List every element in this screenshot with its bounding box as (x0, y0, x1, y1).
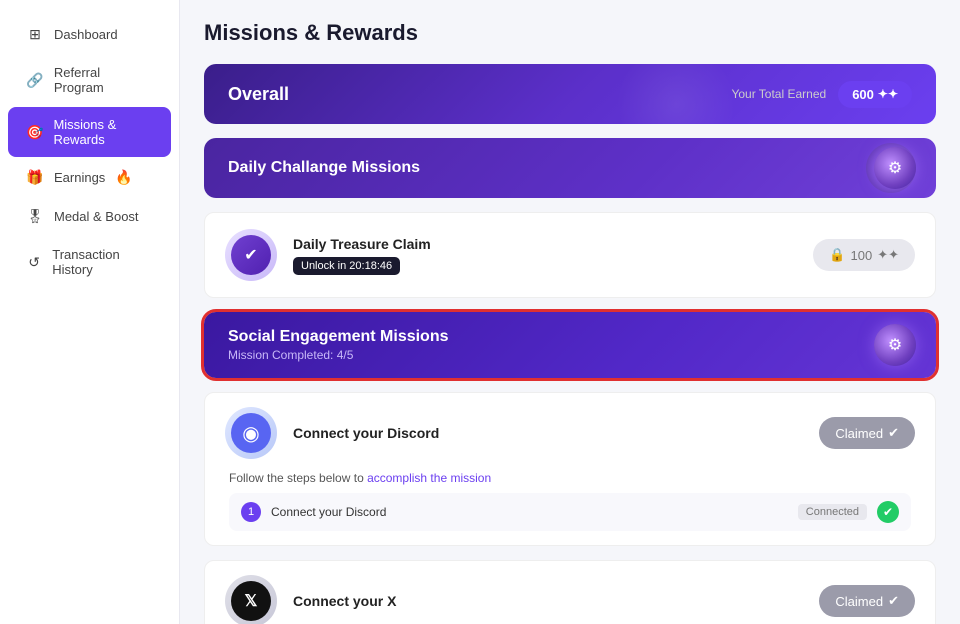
x-claimed-label: Claimed (835, 594, 883, 609)
sidebar-item-label: Earnings (54, 170, 105, 185)
sidebar-item-label: Transaction History (52, 247, 153, 277)
lock-icon: 🔒 (829, 247, 845, 263)
step-row: 1 Connect your Discord Connected ✔ (229, 493, 911, 531)
connected-badge: Connected (798, 504, 867, 520)
treasure-icon-wrap: ✔ (225, 229, 277, 281)
social-orb: ⚙ (874, 324, 916, 366)
treasure-title: Daily Treasure Claim (293, 236, 797, 252)
sidebar-item-label: Dashboard (54, 27, 118, 42)
referral-icon: 🔗 (26, 72, 44, 89)
dashboard-icon: ⊞ (26, 26, 44, 43)
check-icon: ✔ (883, 505, 893, 519)
sidebar-item-referral[interactable]: 🔗 Referral Program (8, 55, 171, 105)
challenge-label: Daily Challange Missions (228, 159, 420, 177)
earned-value: 600 (852, 87, 874, 102)
treasure-icon: ✔ (231, 235, 271, 275)
x-logo: 𝕏 (245, 591, 258, 611)
accomplish-highlight: accomplish the mission (367, 471, 491, 485)
main-content: Missions & Rewards Overall Your Total Ea… (180, 0, 960, 624)
x-title: Connect your X (293, 593, 803, 609)
earnings-icon: 🎁 (26, 169, 44, 186)
check-circle-icon: ✔ (244, 245, 257, 265)
step-text: Connect your Discord (271, 505, 788, 519)
transaction-icon: ↺ (26, 254, 42, 271)
social-subtitle: Mission Completed: 4/5 (228, 348, 912, 362)
unlock-badge: Unlock in 20:18:46 (293, 257, 400, 275)
sidebar-item-missions[interactable]: 🎯 Missions & Rewards (8, 107, 171, 157)
sidebar-item-medal[interactable]: 🎖 Medal & Boost (8, 198, 171, 235)
x-check-icon: ✔ (888, 593, 899, 609)
discord-row: ◉ Connect your Discord Claimed ✔ (225, 407, 915, 459)
x-claimed-button[interactable]: Claimed ✔ (819, 585, 915, 617)
missions-icon: 🎯 (26, 124, 43, 141)
discord-claimed-button[interactable]: Claimed ✔ (819, 417, 915, 449)
discord-icon: ◉ (231, 413, 271, 453)
medal-icon: 🎖 (26, 208, 44, 225)
discord-icon-wrap: ◉ (225, 407, 277, 459)
discord-card: ◉ Connect your Discord Claimed ✔ Follow … (204, 392, 936, 546)
sidebar-item-label: Medal & Boost (54, 209, 139, 224)
sidebar-item-label: Referral Program (54, 65, 153, 95)
challenge-orb: ⚙ (874, 147, 916, 189)
social-engagement-banner: Social Engagement Missions Mission Compl… (204, 312, 936, 378)
coin-icon: ✦✦ (878, 87, 898, 101)
discord-title: Connect your Discord (293, 425, 803, 441)
daily-challenge-banner: Daily Challange Missions ⚙ (204, 138, 936, 198)
overall-right: Your Total Earned 600 ✦✦ (731, 81, 912, 108)
treasure-info: Daily Treasure Claim Unlock in 20:18:46 (293, 236, 797, 275)
x-icon: 𝕏 (231, 581, 271, 621)
follow-steps: Follow the steps below to accomplish the… (225, 471, 915, 531)
social-title: Social Engagement Missions (228, 328, 912, 346)
page-title: Missions & Rewards (204, 20, 936, 46)
sidebar-item-dashboard[interactable]: ⊞ Dashboard (8, 16, 171, 53)
sidebar-item-transaction[interactable]: ↺ Transaction History (8, 237, 171, 287)
orb-gear-icon: ⚙ (888, 335, 902, 355)
connect-x-card: 𝕏 Connect your X Claimed ✔ (204, 560, 936, 624)
x-icon-wrap: 𝕏 (225, 575, 277, 624)
claimed-check-icon: ✔ (888, 425, 899, 441)
coin-symbol: ✦✦ (877, 247, 899, 263)
fire-icon: 🔥 (115, 169, 132, 186)
sidebar-item-label: Missions & Rewards (53, 117, 153, 147)
daily-treasure-card: ✔ Daily Treasure Claim Unlock in 20:18:4… (204, 212, 936, 298)
sidebar: ⊞ Dashboard 🔗 Referral Program 🎯 Mission… (0, 0, 180, 624)
overall-banner: Overall Your Total Earned 600 ✦✦ (204, 64, 936, 124)
step-num-text: 1 (248, 506, 254, 518)
overall-label: Overall (228, 84, 289, 105)
reward-value: 100 (851, 248, 873, 263)
step-number: 1 (241, 502, 261, 522)
sidebar-item-earnings[interactable]: 🎁 Earnings 🔥 (8, 159, 171, 196)
earned-badge: 600 ✦✦ (838, 81, 912, 108)
claimed-label: Claimed (835, 426, 883, 441)
gear-icon: ⚙ (888, 158, 902, 178)
reward-button[interactable]: 🔒 100 ✦✦ (813, 239, 915, 271)
total-earned-label: Your Total Earned (731, 87, 826, 101)
step-check-icon: ✔ (877, 501, 899, 523)
follow-label: Follow the steps below to accomplish the… (229, 471, 911, 485)
discord-logo: ◉ (242, 421, 259, 446)
